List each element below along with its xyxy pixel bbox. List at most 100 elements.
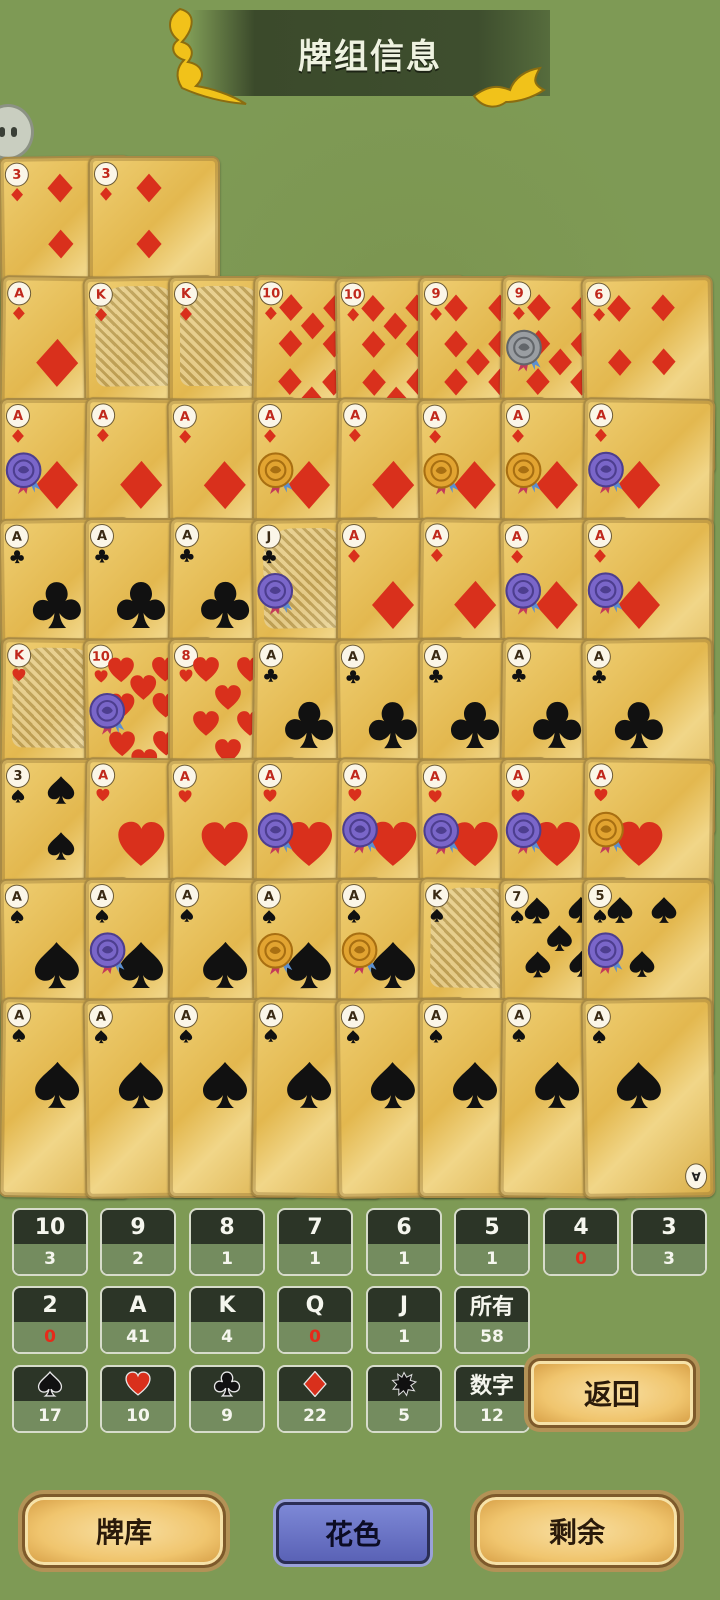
card-rank: A — [6, 281, 32, 306]
card-rank: A — [586, 1004, 612, 1029]
heart-suit-icon — [215, 685, 241, 710]
wax-seal-purple-icon — [5, 452, 42, 494]
card-rank: A — [586, 644, 612, 669]
stat-tile[interactable]: 17 — [12, 1365, 88, 1433]
stat-tile[interactable]: 10 — [100, 1365, 176, 1433]
spade-suit-icon — [118, 1062, 163, 1109]
stat-count: 0 — [14, 1322, 86, 1352]
card-rank: A — [588, 403, 614, 428]
stat-tile[interactable]: 33 — [631, 1208, 707, 1276]
stat-tile[interactable]: 71 — [277, 1208, 353, 1276]
diamond-suit-icon — [95, 307, 108, 322]
card-rank: A — [422, 764, 448, 789]
card-rank: A — [342, 524, 366, 548]
card-rank: A — [4, 524, 30, 549]
wax-seal-gray-icon — [506, 329, 542, 372]
stat-tile[interactable]: A 41 — [100, 1286, 176, 1354]
wax-seal-purple-icon — [257, 812, 294, 854]
club-suit-icon — [213, 1371, 241, 1397]
diamond-suit-icon — [179, 429, 192, 444]
stat-count: 3 — [14, 1244, 86, 1274]
stat-count: 3 — [633, 1244, 705, 1274]
stat-tile[interactable]: J1 — [366, 1286, 442, 1354]
card-rank: A — [88, 1004, 114, 1029]
diamond-suit-icon — [303, 1371, 327, 1397]
spade-suit-icon — [370, 1062, 415, 1109]
wax-seal-purple-icon — [342, 811, 378, 854]
diamond-suit-icon — [608, 348, 632, 376]
diamond-suit-icon — [607, 294, 631, 322]
diamond-suit-icon — [651, 294, 675, 322]
club-suit-icon — [32, 582, 81, 629]
card-rank: K — [174, 282, 198, 306]
club-suit-icon — [201, 581, 250, 628]
wax-seal-purple-icon — [257, 572, 294, 615]
stat-tile[interactable]: 10 3 — [12, 1208, 88, 1276]
diamond-suit-icon — [430, 548, 443, 563]
deck-card[interactable]: AA — [580, 997, 716, 1199]
spade-suit-icon — [11, 789, 25, 803]
stat-tile[interactable]: K4 — [189, 1286, 265, 1354]
spade-suit-icon — [34, 942, 79, 989]
stat-tile[interactable]: 92 — [100, 1208, 176, 1276]
suits-tab-button[interactable]: 花色 — [276, 1502, 430, 1564]
stat-label: K — [218, 1292, 236, 1318]
stat-count: 9 — [191, 1401, 263, 1431]
spade-suit-icon — [35, 1061, 80, 1108]
stat-icon — [279, 1367, 351, 1401]
remaining-tab-button[interactable]: 剩余 — [474, 1494, 680, 1568]
heart-suit-icon — [178, 790, 192, 803]
side-toggle-button[interactable] — [0, 104, 34, 160]
diamond-suit-icon — [454, 580, 497, 629]
stat-icon — [368, 1367, 440, 1401]
card-rank: A — [6, 1003, 32, 1028]
stat-count: 1 — [279, 1244, 351, 1274]
club-suit-icon — [117, 582, 165, 628]
spade-suit-icon — [453, 1062, 497, 1108]
leaf-ornament-right-icon — [472, 66, 546, 108]
diamond-suit-icon — [136, 173, 162, 203]
diamond-suit-icon — [372, 581, 414, 629]
heart-suit-icon — [118, 821, 165, 866]
diamond-suit-icon — [512, 429, 524, 443]
stat-label: 8 — [219, 1214, 235, 1240]
card-rank: A — [424, 644, 448, 668]
diamond-suit-icon — [48, 229, 74, 259]
wax-seal-gold-icon — [257, 932, 294, 975]
club-suit-icon — [512, 668, 526, 682]
spade-suit-icon — [287, 1061, 332, 1108]
stat-tile[interactable]: 22 — [277, 1365, 353, 1433]
stat-tile[interactable]: 数字 12 — [454, 1365, 530, 1433]
card-rank: A — [588, 524, 612, 548]
stat-tile[interactable]: 81 — [189, 1208, 265, 1276]
stat-tile[interactable]: 40 — [543, 1208, 619, 1276]
stat-tile[interactable]: 所有 58 — [454, 1286, 530, 1354]
wax-seal-purple-icon — [587, 572, 624, 614]
wax-seal-gold-icon — [341, 932, 378, 974]
heart-suit-icon — [428, 790, 442, 803]
card-rank: A — [258, 764, 282, 788]
deck-tab-button[interactable]: 牌库 — [22, 1494, 226, 1568]
splat-icon — [391, 1371, 418, 1397]
back-button[interactable]: 返回 — [528, 1358, 696, 1428]
stat-tile[interactable]: Q0 — [277, 1286, 353, 1354]
diamond-suit-icon — [11, 187, 24, 202]
stat-tile[interactable]: 20 — [12, 1286, 88, 1354]
stat-icon — [102, 1367, 174, 1401]
stat-tile[interactable]: 5 — [366, 1365, 442, 1433]
diamond-suit-icon — [372, 460, 415, 509]
stat-tile[interactable]: 9 — [189, 1365, 265, 1433]
diamond-suit-icon — [594, 549, 606, 563]
stat-label: 9 — [130, 1214, 146, 1240]
card-rank: 3 — [94, 162, 118, 186]
stat-count: 1 — [368, 1244, 440, 1274]
diamond-suit-icon — [361, 330, 386, 358]
stat-label: 数字 — [469, 1374, 514, 1399]
card-rank: A — [258, 643, 284, 668]
diamond-suit-icon — [12, 429, 24, 443]
stat-tile[interactable]: 61 — [366, 1208, 442, 1276]
stat-tile[interactable]: 51 — [454, 1208, 530, 1276]
stat-count: 17 — [14, 1401, 86, 1431]
card-rank: A — [174, 883, 200, 908]
card-rank: A — [90, 403, 116, 428]
